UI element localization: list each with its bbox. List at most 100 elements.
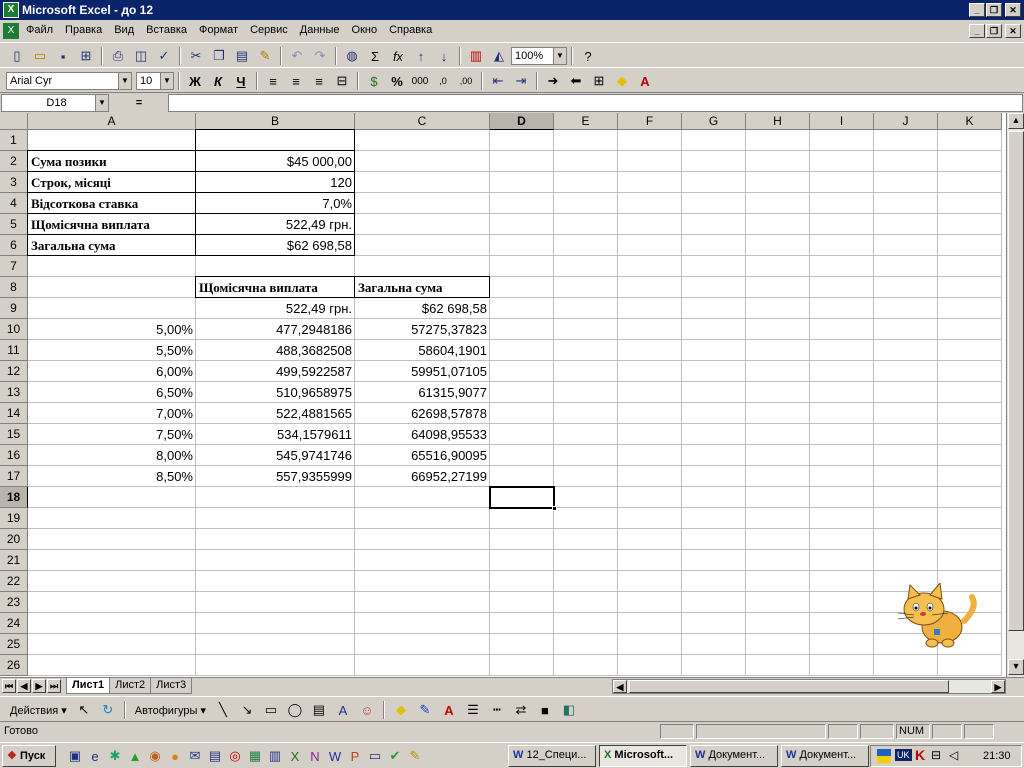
grid-cell[interactable]	[682, 340, 746, 361]
grid-cell[interactable]	[938, 235, 1002, 256]
grid-cell[interactable]	[874, 277, 938, 298]
grid-cell[interactable]	[490, 403, 554, 424]
grid-cell[interactable]	[490, 235, 554, 256]
grid-cell[interactable]	[810, 340, 874, 361]
grid-cell[interactable]	[746, 508, 810, 529]
row-header[interactable]: 2	[0, 151, 28, 172]
grid-cell[interactable]	[554, 151, 618, 172]
copy-icon[interactable]: ❐	[208, 46, 230, 66]
grid-cell[interactable]	[746, 256, 810, 277]
grid-cell[interactable]	[355, 655, 490, 676]
grid-cell[interactable]	[618, 571, 682, 592]
grid-cell[interactable]	[810, 235, 874, 256]
sheet-tab-1[interactable]: Лист1	[66, 678, 111, 694]
row-header[interactable]: 24	[0, 613, 28, 634]
undo-icon[interactable]: ↶	[286, 46, 308, 66]
grid-cell[interactable]	[554, 487, 618, 508]
grid-cell[interactable]	[874, 508, 938, 529]
grid-cell[interactable]	[874, 193, 938, 214]
grid-cell[interactable]	[490, 172, 554, 193]
grid-cell[interactable]	[554, 256, 618, 277]
grid-cell[interactable]	[28, 508, 196, 529]
grid-cell[interactable]	[810, 298, 874, 319]
grid-cell[interactable]	[682, 319, 746, 340]
font-dropdown-icon[interactable]: ▼	[118, 73, 131, 89]
horizontal-scrollbar[interactable]: ◀ ▶	[612, 679, 1006, 694]
align-center-icon[interactable]: ≡	[285, 71, 307, 91]
grid-cell[interactable]	[355, 193, 490, 214]
menu-item-4[interactable]: Формат	[199, 24, 238, 36]
grid-cell[interactable]	[618, 634, 682, 655]
grid-cell[interactable]	[196, 655, 355, 676]
grid-cell[interactable]	[554, 529, 618, 550]
menu-item-5[interactable]: Сервис	[250, 24, 288, 36]
grid-cell[interactable]	[810, 319, 874, 340]
grid-cell[interactable]	[938, 487, 1002, 508]
grid-cell[interactable]	[810, 508, 874, 529]
chart-wizard-icon[interactable]: ▥	[465, 46, 487, 66]
column-header[interactable]: C	[355, 113, 490, 130]
grid-cell[interactable]	[746, 340, 810, 361]
grid-cell[interactable]	[355, 634, 490, 655]
grid-cell[interactable]	[28, 130, 196, 151]
grid-cell[interactable]	[490, 550, 554, 571]
grid-cell[interactable]	[490, 277, 554, 298]
row-header[interactable]: 22	[0, 571, 28, 592]
scroll-left-icon[interactable]: ◀	[613, 680, 627, 693]
grid-cell[interactable]	[874, 550, 938, 571]
grid-cell[interactable]	[938, 508, 1002, 529]
hyperlink-icon[interactable]: ◍	[341, 46, 363, 66]
task-button[interactable]: X Microsoft...	[599, 745, 687, 767]
grid-cell[interactable]	[554, 193, 618, 214]
grid-cell[interactable]	[28, 277, 196, 298]
grid-cell[interactable]	[682, 361, 746, 382]
grid-cell[interactable]	[490, 361, 554, 382]
comma-style-icon[interactable]: 000	[409, 71, 431, 91]
grid-cell[interactable]	[810, 214, 874, 235]
print-icon[interactable]: ⎙	[107, 46, 129, 66]
line-icon[interactable]: ╲	[212, 700, 234, 720]
grid-cell[interactable]	[682, 403, 746, 424]
grid-cell[interactable]	[355, 613, 490, 634]
select-all-corner[interactable]	[0, 113, 28, 130]
grid-cell[interactable]	[355, 592, 490, 613]
menu-item-8[interactable]: Справка	[389, 24, 432, 36]
format-painter-icon[interactable]: ✎	[254, 46, 276, 66]
grid-cell[interactable]	[810, 277, 874, 298]
grid-cell[interactable]	[618, 151, 682, 172]
grid-cell[interactable]	[746, 361, 810, 382]
grid-cell[interactable]	[682, 130, 746, 151]
grid-cell[interactable]	[938, 361, 1002, 382]
grid-cell[interactable]	[746, 550, 810, 571]
access-icon[interactable]: ▥	[266, 747, 284, 765]
grid-cell[interactable]	[490, 634, 554, 655]
last-sheet-icon[interactable]: ⏭	[47, 679, 61, 693]
antivirus-icon[interactable]: K	[915, 747, 925, 763]
grid-cell[interactable]	[938, 319, 1002, 340]
grid-cell[interactable]	[938, 403, 1002, 424]
grid-cell[interactable]	[810, 193, 874, 214]
grid-cell[interactable]	[810, 382, 874, 403]
active-cell[interactable]	[489, 486, 555, 509]
grid-cell[interactable]	[682, 193, 746, 214]
grid-cell[interactable]	[618, 550, 682, 571]
row-header[interactable]: 19	[0, 508, 28, 529]
column-header[interactable]: E	[554, 113, 618, 130]
grid-cell[interactable]	[938, 214, 1002, 235]
arrow-style-icon[interactable]: ⇄	[510, 700, 532, 720]
grid-cell[interactable]	[938, 277, 1002, 298]
grid-cell[interactable]	[554, 445, 618, 466]
next-sheet-icon[interactable]: ▶	[32, 679, 46, 693]
grid-cell[interactable]	[618, 172, 682, 193]
grid-cell[interactable]	[810, 424, 874, 445]
network-icon[interactable]: ✱	[106, 747, 124, 765]
spelling-icon[interactable]: ✓	[153, 46, 175, 66]
grid-cell[interactable]	[682, 592, 746, 613]
paste-icon[interactable]: ▤	[231, 46, 253, 66]
grid-cell[interactable]	[746, 277, 810, 298]
arrow-left-icon[interactable]: ⬅	[565, 71, 587, 91]
workbook-icon[interactable]: X	[3, 23, 19, 39]
row-header[interactable]: 25	[0, 634, 28, 655]
grid-cell[interactable]	[554, 634, 618, 655]
menu-item-1[interactable]: Правка	[65, 24, 102, 36]
